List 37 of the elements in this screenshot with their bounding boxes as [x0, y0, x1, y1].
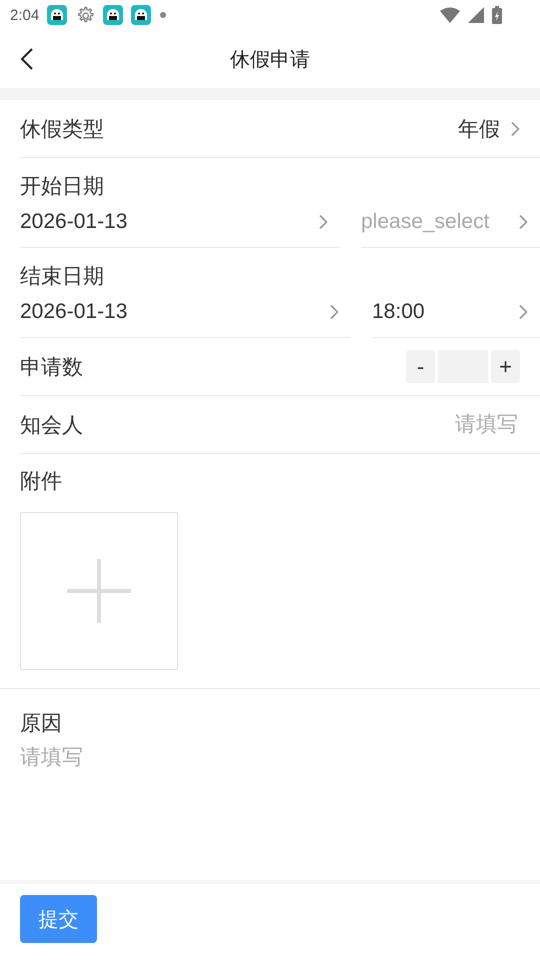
leave-type-row[interactable]: 休假类型 年假 [20, 100, 540, 158]
dot-icon [159, 11, 168, 19]
field-label: 原因 [20, 711, 63, 733]
page-title: 休假申请 [230, 48, 310, 72]
settings-icon [75, 5, 96, 25]
wifi-icon [440, 7, 460, 23]
field-label: 附件 [20, 469, 63, 495]
time-picker[interactable]: 18:00 [372, 286, 540, 338]
battery-icon [492, 6, 502, 24]
time-value: 18:00 [372, 300, 425, 324]
status-time: 2:04 [10, 6, 40, 24]
upload-button[interactable] [20, 512, 178, 670]
chevron-icon [318, 214, 328, 230]
chevron-icon [518, 304, 528, 320]
field-label: 休假类型 [20, 116, 104, 142]
increment-button[interactable]: + [491, 350, 520, 383]
date-value: 2026-01-13 [20, 300, 128, 324]
field-label: 申请数 [20, 354, 83, 380]
robot-app-icon [103, 5, 124, 25]
back-icon [20, 47, 34, 71]
notify-input[interactable]: 请填写 [93, 412, 520, 438]
field-label: 开始日期 [20, 174, 105, 196]
field-value: 年假 [458, 116, 500, 142]
robot-app-icon [131, 5, 152, 25]
chevron-icon [518, 214, 528, 230]
field-label: 知会人 [20, 412, 83, 438]
chevron-icon [510, 120, 520, 136]
date-picker[interactable]: 2026-01-13 [20, 196, 340, 248]
date-picker[interactable]: 2026-01-13 [20, 286, 351, 338]
chevron-icon [329, 304, 339, 320]
plus-icon [67, 559, 131, 623]
decrement-button[interactable]: - [406, 350, 435, 383]
robot-app-icon [47, 5, 68, 25]
time-placeholder: please_select [361, 210, 490, 234]
field-label: 结束日期 [20, 264, 105, 286]
signal-icon [468, 7, 484, 23]
date-value: 2026-01-13 [20, 210, 128, 234]
